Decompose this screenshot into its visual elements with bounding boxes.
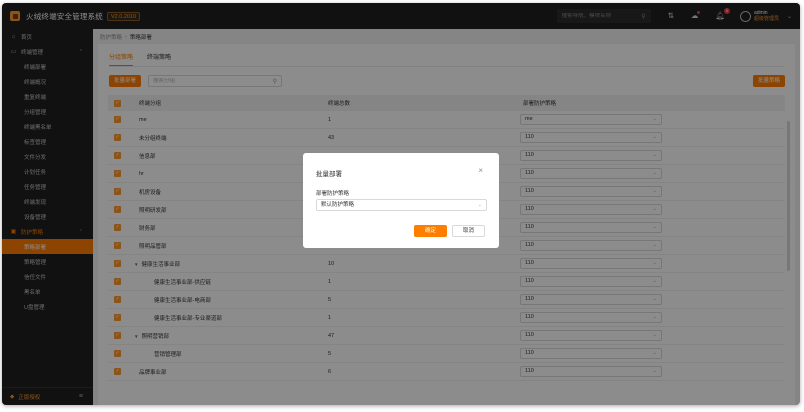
bulk-deploy-dialog: 批量部署 × 部署防护策略 默认防护策略 ⌄ 确定 取消 [303, 153, 499, 248]
close-icon[interactable]: × [478, 166, 483, 175]
policy-field-label: 部署防护策略 [316, 191, 350, 197]
dialog-title: 批量部署 [316, 171, 342, 178]
app-window: 火绒终端安全管理系统 V2.0.2010 ⚲ ⇅ ☁ 🔔︎5 admin 超级管… [2, 3, 800, 405]
confirm-button[interactable]: 确定 [414, 225, 447, 237]
policy-select[interactable]: 默认防护策略 ⌄ [316, 199, 487, 211]
chevron-down-icon: ⌄ [477, 202, 482, 208]
cancel-button[interactable]: 取消 [452, 225, 485, 237]
policy-select-value: 默认防护策略 [321, 202, 355, 208]
